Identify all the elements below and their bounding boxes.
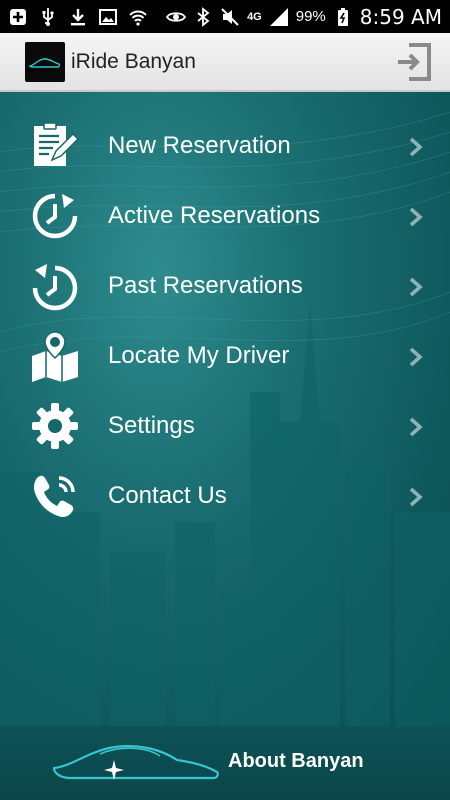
app-header: iRide Banyan <box>0 33 450 92</box>
menu-label: Settings <box>108 412 195 439</box>
wifi-shield-icon <box>128 7 148 27</box>
battery-percent: 99% <box>295 8 326 25</box>
image-icon <box>98 7 118 27</box>
car-logo-icon[interactable] <box>25 41 65 82</box>
chevron-right-icon <box>409 137 423 157</box>
add-icon <box>8 7 28 27</box>
menu-label: Past Reservations <box>108 272 303 299</box>
about-footer[interactable]: About Banyan <box>0 726 450 800</box>
menu-label: New Reservation <box>108 132 291 159</box>
phone-icon <box>28 469 82 523</box>
clock-back-icon <box>28 259 82 313</box>
usb-icon <box>38 7 58 27</box>
logout-icon[interactable] <box>396 42 432 82</box>
main-menu-panel: New Reservation Active Reservations Past… <box>0 92 450 726</box>
menu-list: New Reservation Active Reservations Past… <box>0 112 450 532</box>
new-reservation-icon <box>28 119 82 173</box>
notification-icons <box>8 7 148 27</box>
chevron-right-icon <box>409 347 423 367</box>
battery-icon <box>333 7 353 27</box>
menu-label: Contact Us <box>108 482 227 509</box>
chevron-right-icon <box>409 207 423 227</box>
menu-label: Active Reservations <box>108 202 321 229</box>
clock: 8:59 AM <box>359 4 442 29</box>
chevron-right-icon <box>409 417 423 437</box>
network-type: 4G <box>247 10 262 23</box>
menu-item-settings[interactable]: Settings <box>0 392 450 462</box>
chevron-right-icon <box>409 487 423 507</box>
eye-icon <box>166 7 187 27</box>
signal-icon <box>269 7 289 27</box>
menu-item-contact-us[interactable]: Contact Us <box>0 462 450 532</box>
menu-label: Locate My Driver <box>108 342 290 369</box>
car-outline-icon <box>52 745 219 780</box>
status-bar: 4G 99% 8:59 AM <box>0 0 450 33</box>
system-icons: 4G 99% 8:59 AM <box>166 5 442 29</box>
menu-item-past-reservations[interactable]: Past Reservations <box>0 252 450 322</box>
download-icon <box>68 7 88 27</box>
chevron-right-icon <box>409 277 423 297</box>
menu-item-locate-my-driver[interactable]: Locate My Driver <box>0 322 450 392</box>
map-pin-icon <box>28 329 82 383</box>
about-banyan-label: About Banyan <box>228 750 364 772</box>
menu-item-active-reservations[interactable]: Active Reservations <box>0 182 450 252</box>
gear-icon <box>28 399 82 453</box>
bluetooth-icon <box>193 6 213 27</box>
clock-forward-icon <box>28 189 82 243</box>
mute-icon <box>220 7 240 27</box>
app-title: iRide Banyan <box>71 49 196 73</box>
menu-item-new-reservation[interactable]: New Reservation <box>0 112 450 182</box>
